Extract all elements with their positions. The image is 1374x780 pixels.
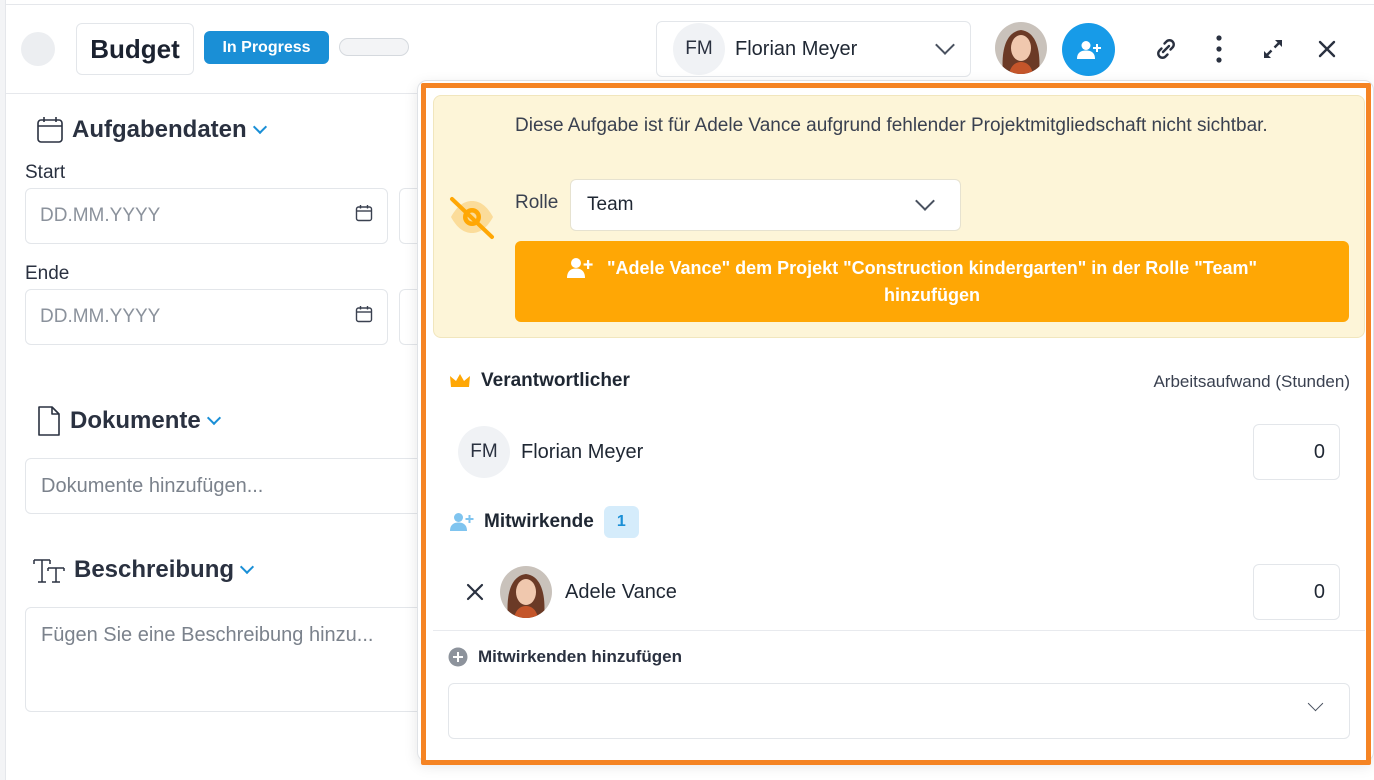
documents-heading[interactable]: Dokumente [36, 405, 221, 437]
documents-heading-text: Dokumente [70, 407, 201, 434]
calendar-icon [36, 116, 64, 144]
close-icon[interactable] [1308, 30, 1346, 68]
task-data-heading-text: Aufgabendaten [72, 116, 247, 143]
expand-icon[interactable] [1254, 30, 1292, 68]
task-title[interactable]: Budget [76, 23, 194, 75]
task-complete-toggle[interactable] [21, 32, 55, 66]
documents-input[interactable]: Dokumente hinzufügen... [25, 458, 425, 514]
more-options-icon[interactable] [1200, 30, 1238, 68]
start-date-input[interactable]: DD.MM.YYYY [25, 188, 388, 244]
chevron-down-icon [252, 119, 267, 135]
description-heading[interactable]: Beschreibung [32, 556, 255, 584]
end-date-input[interactable]: DD.MM.YYYY [25, 289, 388, 345]
highlight-frame [421, 83, 1371, 765]
add-contributor-button[interactable] [1062, 23, 1115, 76]
contributor-avatar[interactable] [995, 22, 1047, 74]
chevron-down-icon [239, 559, 255, 575]
status-badge[interactable]: In Progress [204, 31, 329, 64]
start-label: Start [25, 162, 66, 183]
calendar-icon[interactable] [355, 204, 373, 228]
calendar-icon[interactable] [355, 305, 373, 329]
description-input[interactable]: Fügen Sie eine Beschreibung hinzu... [25, 607, 425, 712]
document-icon [36, 405, 62, 437]
assignee-name: Florian Meyer [735, 37, 858, 60]
task-data-heading[interactable]: Aufgabendaten [36, 116, 267, 144]
top-border [6, 0, 1374, 5]
progress-pill[interactable] [339, 38, 409, 56]
link-icon[interactable] [1147, 30, 1185, 68]
end-label: Ende [25, 263, 70, 284]
assignee-avatar: FM [673, 23, 725, 75]
end-date-placeholder: DD.MM.YYYY [40, 306, 161, 327]
text-format-icon [32, 556, 66, 584]
assignee-select[interactable]: FM Florian Meyer [656, 21, 971, 77]
task-detail-window: Budget In Progress FM Florian Meyer Aufg… [0, 0, 1374, 780]
chevron-down-icon [935, 35, 955, 55]
chevron-down-icon [206, 410, 221, 426]
description-heading-text: Beschreibung [74, 556, 235, 583]
left-rail [0, 0, 6, 780]
start-date-placeholder: DD.MM.YYYY [40, 205, 161, 226]
add-user-icon [1076, 40, 1101, 59]
